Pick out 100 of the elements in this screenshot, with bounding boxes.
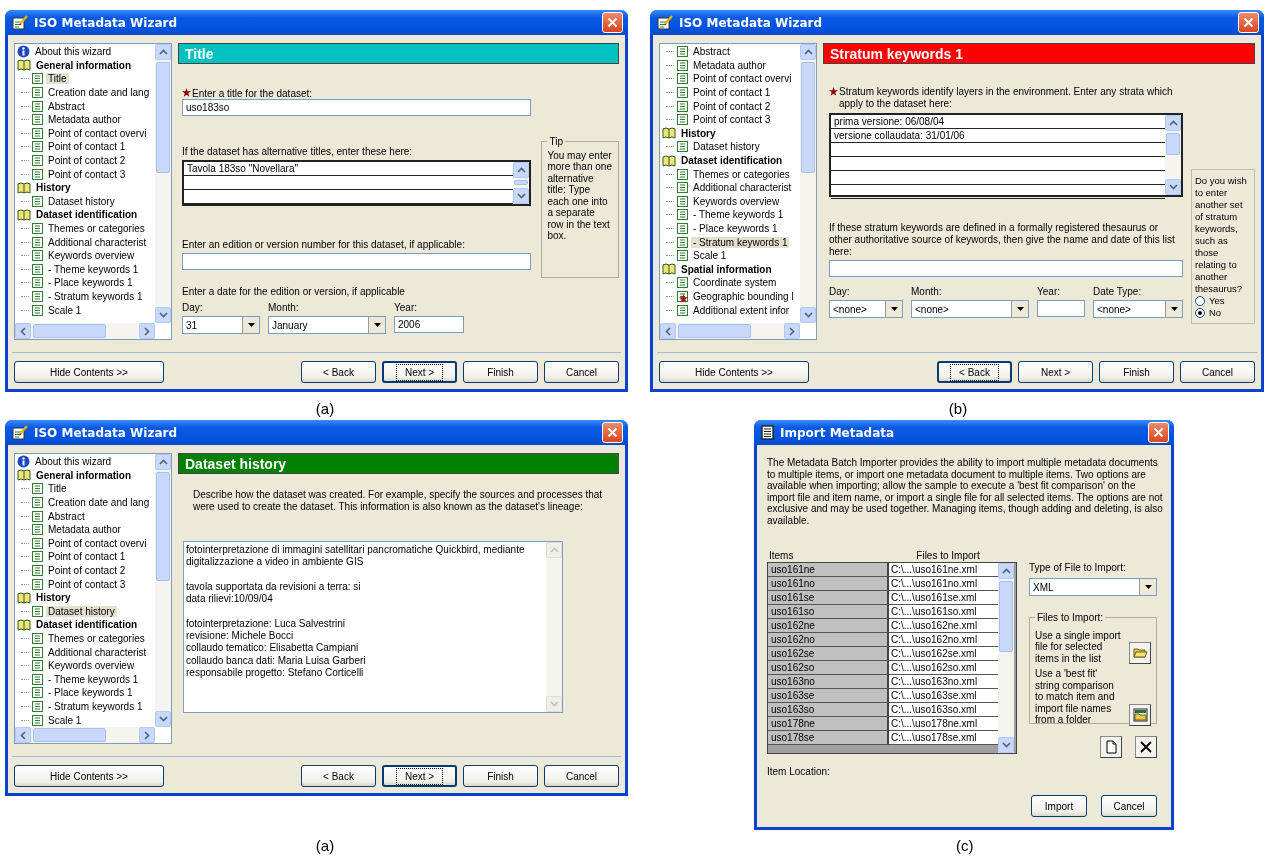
horizontal-scrollbar[interactable]: [15, 323, 155, 339]
tree-item[interactable]: - Theme keywords 1: [46, 263, 141, 275]
tree-item[interactable]: Metadata author: [691, 59, 768, 71]
tree-item[interactable]: Dataset identification: [34, 619, 140, 631]
dialog-button[interactable]: Import: [1031, 795, 1087, 817]
tree-item[interactable]: Point of contact 1: [691, 87, 773, 99]
text-field[interactable]: [182, 253, 532, 270]
tree-item[interactable]: Abstract: [46, 100, 87, 112]
scroll-thumb[interactable]: [156, 62, 170, 174]
dropdown[interactable]: <none>: [829, 300, 903, 318]
tree-item[interactable]: History: [34, 592, 73, 604]
tree-item[interactable]: Scale 1: [46, 714, 84, 726]
tree-item[interactable]: - Place keywords 1: [691, 223, 780, 234]
tree-item[interactable]: Abstract: [691, 46, 732, 58]
vertical-scrollbar[interactable]: [513, 162, 530, 204]
radio-label[interactable]: Yes: [1209, 295, 1225, 307]
close-button[interactable]: [602, 422, 623, 443]
tree-item[interactable]: - Place keywords 1: [46, 687, 135, 699]
text-area[interactable]: [183, 541, 563, 713]
tree-item[interactable]: Point of contact 3: [46, 168, 128, 180]
vertical-scrollbar[interactable]: [155, 454, 171, 727]
tree-item[interactable]: - Place keywords 1: [46, 277, 135, 289]
tree-item[interactable]: Title: [46, 483, 69, 495]
wizard-button[interactable]: < Back: [937, 361, 1012, 383]
list-row[interactable]: versione collaudata: 31/01/06: [831, 129, 1165, 143]
wizard-button[interactable]: Cancel: [1180, 361, 1255, 383]
dropdown[interactable]: <none>: [1093, 300, 1183, 318]
tree-item[interactable]: Point of contact 1: [46, 551, 128, 563]
text-field[interactable]: 2006: [394, 316, 464, 333]
scroll-thumb[interactable]: [514, 180, 529, 185]
tree-item[interactable]: - Stratum keywords 1: [691, 236, 790, 248]
dropdown[interactable]: XML: [1029, 578, 1157, 596]
wizard-button[interactable]: Finish: [1099, 361, 1174, 383]
tree-item[interactable]: Point of contact overvi: [691, 73, 794, 85]
tree-item[interactable]: General information: [34, 59, 133, 71]
tree-item[interactable]: Point of contact 3: [46, 578, 128, 590]
wizard-button[interactable]: Cancel: [544, 765, 619, 787]
tree-item[interactable]: Dataset history: [691, 141, 762, 153]
wizard-button[interactable]: < Back: [301, 765, 376, 787]
scroll-thumb[interactable]: [999, 581, 1013, 653]
tree-item[interactable]: Point of contact 3: [691, 114, 773, 126]
close-button[interactable]: [602, 12, 623, 33]
tree-item[interactable]: Coordinate system: [691, 277, 779, 289]
tree-item[interactable]: Scale 1: [46, 304, 84, 316]
tree-item[interactable]: Scale 1: [691, 250, 729, 262]
vertical-scrollbar[interactable]: [546, 542, 562, 712]
scroll-thumb[interactable]: [33, 728, 106, 742]
tree-item[interactable]: Keywords overview: [46, 660, 137, 672]
hide-contents-button[interactable]: Hide Contents >>: [659, 361, 809, 383]
tree-item[interactable]: Title: [46, 73, 69, 85]
scroll-thumb[interactable]: [678, 324, 751, 338]
close-button[interactable]: [1238, 12, 1259, 33]
tree-item[interactable]: Themes or categories: [46, 633, 147, 644]
wizard-button[interactable]: Finish: [463, 765, 538, 787]
tree-item[interactable]: About this wizard: [33, 46, 114, 58]
dropdown[interactable]: <none>: [911, 300, 1029, 318]
tree-item[interactable]: Additional characterist: [46, 236, 149, 248]
wizard-button[interactable]: Next >: [1018, 361, 1093, 383]
tree-item[interactable]: Metadata author: [46, 114, 123, 126]
tree-item[interactable]: Abstract: [46, 510, 87, 522]
dropdown[interactable]: 31: [182, 316, 260, 334]
vertical-scrollbar[interactable]: [1165, 115, 1181, 195]
scroll-thumb[interactable]: [33, 324, 106, 338]
tree-item[interactable]: Creation date and lang: [46, 87, 152, 99]
tree-item[interactable]: General information: [34, 469, 133, 481]
tree-item[interactable]: Additional extent infor: [691, 304, 792, 316]
tree-item[interactable]: Additional characterist: [691, 182, 794, 194]
tree-item[interactable]: Dataset identification: [34, 209, 140, 221]
tree-item[interactable]: Dataset identification: [679, 155, 785, 167]
radio-button[interactable]: [1195, 296, 1205, 306]
wizard-button[interactable]: < Back: [301, 361, 376, 383]
horizontal-scrollbar[interactable]: [660, 323, 800, 339]
open-folder-button[interactable]: [1129, 703, 1151, 726]
tree-item[interactable]: About this wizard: [33, 456, 114, 468]
tree-item[interactable]: Dataset history: [46, 605, 117, 617]
text-field[interactable]: [829, 260, 1183, 277]
tree-item[interactable]: Point of contact 2: [691, 100, 773, 112]
wizard-button[interactable]: Next >: [382, 765, 457, 787]
radio-label[interactable]: No: [1209, 307, 1222, 319]
tree-item[interactable]: Spatial information: [679, 263, 774, 275]
text-field[interactable]: uso183so: [182, 99, 532, 116]
scroll-thumb[interactable]: [156, 472, 170, 581]
tree-item[interactable]: Additional characterist: [46, 646, 149, 658]
tree-item[interactable]: Point of contact 2: [46, 565, 128, 577]
delete-item-button[interactable]: [1135, 736, 1157, 758]
tree-item[interactable]: Geographic bounding l: [691, 291, 796, 302]
scroll-thumb[interactable]: [801, 62, 815, 174]
list-box[interactable]: prima versione: 06/08/04 versione collaudata: 31/01/06: [829, 113, 1183, 197]
tree-item[interactable]: History: [679, 127, 718, 139]
list-row[interactable]: prima versione: 06/08/04: [831, 115, 1165, 129]
tree-item[interactable]: - Stratum keywords 1: [46, 291, 145, 302]
wizard-button[interactable]: Cancel: [544, 361, 619, 383]
tree-item[interactable]: Creation date and lang: [46, 497, 152, 509]
tree-item[interactable]: Point of contact overvi: [46, 127, 149, 139]
vertical-scrollbar[interactable]: [155, 44, 171, 323]
tree-item[interactable]: - Theme keywords 1: [46, 673, 141, 685]
tree-item[interactable]: Themes or categories: [46, 223, 147, 234]
tree-item[interactable]: Metadata author: [46, 524, 123, 536]
tree-item[interactable]: Keywords overview: [46, 250, 137, 262]
open-file-button[interactable]: [1129, 642, 1151, 664]
